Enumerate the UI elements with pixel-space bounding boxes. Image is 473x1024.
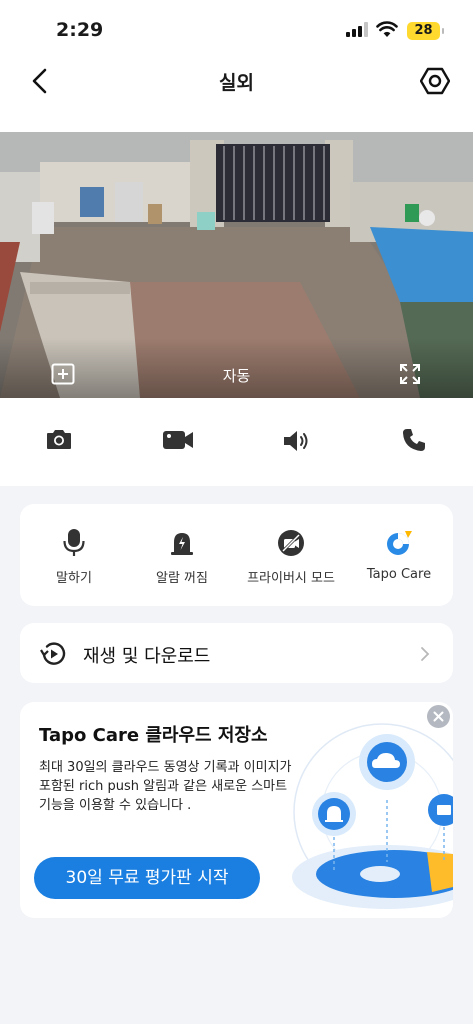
battery-tip <box>442 28 444 34</box>
settings-hexagon-icon[interactable] <box>420 66 450 96</box>
promo-description: 최대 30일의 클라우드 동영상 기록과 이미지가 포함된 rich push … <box>39 760 292 813</box>
camera-live-feed[interactable]: 자동 <box>0 132 473 398</box>
wifi-icon <box>376 21 398 37</box>
speaker-icon[interactable] <box>283 429 311 453</box>
fullscreen-icon[interactable] <box>399 363 421 385</box>
talk-button[interactable]: 말하기 <box>19 528 129 586</box>
microphone-icon <box>63 529 85 556</box>
chevron-right-icon <box>421 647 430 661</box>
tapo-care-button[interactable]: Tapo Care <box>344 528 454 582</box>
video-camera-icon[interactable] <box>163 430 193 450</box>
start-free-trial-button[interactable]: 30일 무료 평가판 시작 <box>34 857 260 899</box>
nav-bar: 실외 <box>0 56 473 132</box>
cloud-storage-illustration <box>292 723 453 909</box>
talk-label: 말하기 <box>56 571 92 586</box>
battery-indicator: 28 <box>407 22 440 40</box>
page-title: 실외 <box>219 72 254 94</box>
status-bar: 2:29 28 <box>0 0 473 56</box>
signal-icon <box>346 22 368 37</box>
status-time: 2:29 <box>56 19 104 41</box>
tapo-care-label: Tapo Care <box>366 567 432 582</box>
tapo-care-promo-card: Tapo Care 클라우드 저장소 최대 30일의 클라우드 동영상 기록과 … <box>20 702 453 918</box>
quick-controls-bar <box>0 398 473 486</box>
privacy-mode-label: 프라이버시 모드 <box>247 571 335 586</box>
playback-download-row[interactable]: 재생 및 다운로드 <box>20 623 453 683</box>
playback-history-icon <box>40 642 66 665</box>
alarm-off-icon <box>171 533 193 555</box>
playback-label: 재생 및 다운로드 <box>83 646 211 667</box>
phone-icon[interactable] <box>402 428 426 452</box>
feature-card: 말하기 알람 꺼짐 프라이버시 모드 Tapo Care <box>20 504 453 606</box>
privacy-mode-icon <box>278 530 304 556</box>
promo-title: Tapo Care 클라우드 저장소 <box>39 725 268 746</box>
privacy-mode-button[interactable]: 프라이버시 모드 <box>236 528 346 586</box>
tapo-care-icon <box>387 531 412 555</box>
alarm-off-label: 알람 꺼짐 <box>156 571 208 586</box>
camera-icon[interactable] <box>46 428 72 450</box>
alarm-off-button[interactable]: 알람 꺼짐 <box>127 528 237 586</box>
